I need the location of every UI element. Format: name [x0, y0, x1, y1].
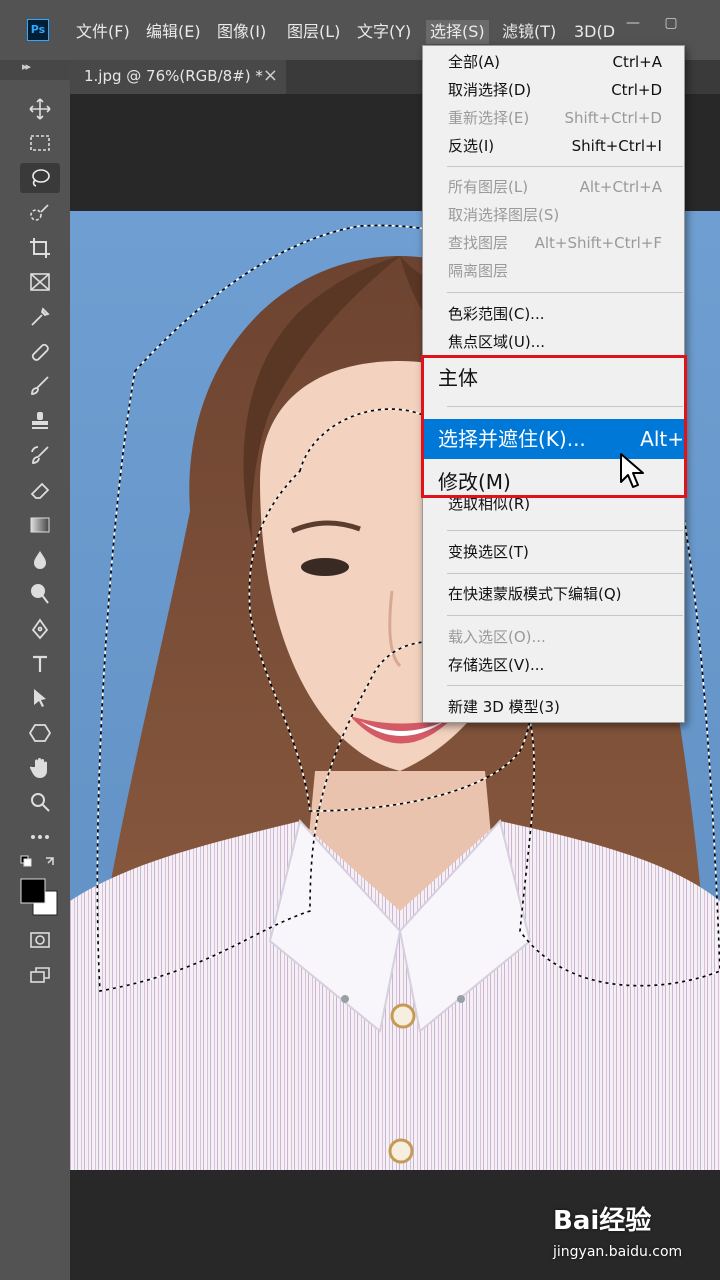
menu-item-label: 载入选区(O)... [448, 628, 546, 646]
menu-filter[interactable]: 滤镜(T) [502, 20, 556, 44]
brush-icon[interactable] [20, 371, 60, 401]
menu-item-label: 全部(A) [448, 53, 500, 71]
stamp-icon[interactable] [20, 406, 60, 436]
photoshop-logo: Ps [27, 19, 49, 41]
menu-item-label: 焦点区域(U)... [448, 333, 545, 351]
menu-divider [447, 406, 683, 407]
menu-file[interactable]: 文件(F) [76, 20, 130, 44]
menu-item-inverse[interactable]: 反选(I) Shift+Ctrl+I [423, 132, 684, 160]
menu-item-color-range[interactable]: 色彩范围(C)... [423, 300, 684, 328]
menu-item-shortcut: Ctrl+D [611, 81, 662, 99]
menu-image[interactable]: 图像(I) [217, 20, 266, 44]
menu-divider [447, 530, 683, 531]
minimize-button[interactable]: — [620, 12, 646, 34]
menu-item-new-3d-model[interactable]: 新建 3D 模型(3) [423, 693, 684, 721]
eraser-icon[interactable] [20, 475, 60, 505]
menu-item-deselect-layers[interactable]: 取消选择图层(S) [423, 201, 684, 229]
quick-mask-icon[interactable] [20, 925, 60, 955]
menu-item-find-layers[interactable]: 查找图层 Alt+Shift+Ctrl+F [423, 229, 684, 257]
quick-selection-icon[interactable] [20, 198, 60, 228]
type-icon[interactable] [20, 649, 60, 679]
menu-item-label: 新建 3D 模型(3) [448, 698, 560, 716]
default-colors-icon[interactable] [20, 853, 60, 873]
marquee-icon[interactable] [20, 128, 60, 158]
menu-item-label: 修改(M) [438, 470, 511, 494]
menu-item-select-all[interactable]: 全部(A) Ctrl+A [423, 48, 684, 76]
menu-item-quick-mask[interactable]: 在快速蒙版模式下编辑(Q) [423, 580, 684, 608]
tools-panel: ▸▸ [0, 60, 70, 1280]
hand-icon[interactable] [20, 753, 60, 783]
baidu-watermark: Bai经验 jingyan.baidu.com [553, 1200, 713, 1270]
menu-item-reselect[interactable]: 重新选择(E) Shift+Ctrl+D [423, 104, 684, 132]
menu-3d[interactable]: 3D(D [574, 20, 615, 44]
menu-item-transform-selection[interactable]: 变换选区(T) [423, 538, 684, 566]
foreground-color-swatch[interactable] [20, 878, 46, 904]
menu-item-label: 选择并遮住(K)... [438, 427, 586, 451]
watermark-brand: Bai经验 [553, 1206, 652, 1236]
menu-item-shortcut: Alt+ [640, 427, 684, 451]
menu-item-save-selection[interactable]: 存储选区(V)... [423, 651, 684, 679]
close-icon[interactable]: × [263, 60, 278, 92]
menu-item-label: 主体 [438, 366, 478, 390]
menu-item-label: 反选(I) [448, 137, 495, 155]
document-tab-title: 1.jpg @ 76%(RGB/8#) * [84, 67, 263, 85]
menu-item-focus-area[interactable]: 焦点区域(U)... [423, 328, 684, 356]
menu-item-subject[interactable]: 主体 [423, 358, 684, 398]
shape-icon[interactable] [20, 718, 60, 748]
history-brush-icon[interactable] [20, 441, 60, 471]
menu-item-label: 取消选择图层(S) [448, 206, 560, 224]
pointer-cursor-icon [619, 452, 645, 490]
menu-type[interactable]: 文字(Y) [357, 20, 411, 44]
menu-item-label: 隔离图层 [448, 262, 509, 280]
menu-item-label: 色彩范围(C)... [448, 305, 545, 323]
menu-divider [447, 615, 683, 616]
tools-panel-header: ▸▸ [0, 60, 70, 80]
menu-item-all-layers[interactable]: 所有图层(L) Alt+Ctrl+A [423, 173, 684, 201]
menu-layer[interactable]: 图层(L) [287, 20, 340, 44]
menu-item-label: 查找图层 [448, 234, 509, 252]
menu-item-load-selection[interactable]: 载入选区(O)... [423, 623, 684, 651]
menu-item-label: 在快速蒙版模式下编辑(Q) [448, 585, 622, 603]
gradient-icon[interactable] [20, 510, 60, 540]
menu-divider [447, 573, 683, 574]
menu-item-shortcut: Ctrl+A [612, 53, 662, 71]
menu-item-label: 所有图层(L) [448, 178, 529, 196]
menu-item-label: 变换选区(T) [448, 543, 529, 561]
pen-icon[interactable] [20, 614, 60, 644]
menu-divider [447, 292, 683, 293]
watermark-url: jingyan.baidu.com [553, 1244, 683, 1260]
menu-divider [447, 166, 683, 167]
menu-item-label: 重新选择(E) [448, 109, 530, 127]
menu-item-label: 取消选择(D) [448, 81, 532, 99]
menu-item-deselect[interactable]: 取消选择(D) Ctrl+D [423, 76, 684, 104]
document-tab[interactable]: 1.jpg @ 76%(RGB/8#) * × [70, 60, 286, 94]
menu-edit[interactable]: 编辑(E) [146, 20, 201, 44]
collapse-icon[interactable]: ▸▸ [22, 60, 31, 73]
blur-icon[interactable] [20, 545, 60, 575]
more-icon[interactable] [20, 822, 60, 852]
menu-item-shortcut: Shift+Ctrl+I [571, 137, 662, 155]
dodge-icon[interactable] [20, 579, 60, 609]
menu-divider [447, 685, 683, 686]
healing-icon[interactable] [20, 337, 60, 367]
path-select-icon[interactable] [20, 683, 60, 713]
frame-icon[interactable] [20, 267, 60, 297]
move-icon[interactable] [20, 94, 60, 124]
lasso-icon[interactable] [20, 163, 60, 193]
menu-item-shortcut: Alt+Shift+Ctrl+F [534, 234, 662, 252]
eyedropper-icon[interactable] [20, 302, 60, 332]
maximize-button[interactable]: ▢ [658, 12, 684, 34]
menu-item-isolate-layers[interactable]: 隔离图层 [423, 257, 684, 285]
zoom-icon[interactable] [20, 787, 60, 817]
menu-item-similar[interactable]: 选取相似(R) [423, 497, 684, 515]
screen-mode-icon[interactable] [20, 960, 60, 990]
select-dropdown-menu: 全部(A) Ctrl+A 取消选择(D) Ctrl+D 重新选择(E) Shift+C… [422, 45, 685, 723]
menu-item-shortcut: Shift+Ctrl+D [564, 109, 662, 127]
menu-item-label: 存储选区(V)... [448, 656, 545, 674]
menu-item-shortcut: Alt+Ctrl+A [579, 178, 662, 196]
menu-item-label: 选取相似(R) [448, 497, 531, 513]
crop-icon[interactable] [20, 233, 60, 263]
menu-select[interactable]: 选择(S) [426, 20, 489, 44]
